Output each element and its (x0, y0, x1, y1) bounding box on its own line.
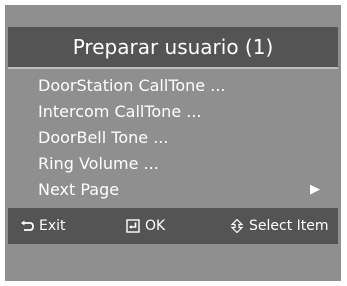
menu-item-label: DoorStation CallTone ... (38, 76, 226, 95)
ok-hint[interactable]: OK (126, 208, 165, 244)
menu-item-doorbell-tone[interactable]: DoorBell Tone ... (38, 125, 328, 151)
menu-item-ring-volume[interactable]: Ring Volume ... (38, 151, 328, 177)
exit-hint[interactable]: Exit (20, 208, 66, 244)
menu-item-label: Next Page (38, 180, 120, 199)
settings-menu: DoorStation CallTone ... Intercom CallTo… (8, 67, 338, 207)
next-page-arrow-icon: ▶ (310, 182, 320, 197)
return-arrow-icon (21, 220, 34, 231)
menu-item-doorstation-calltone[interactable]: DoorStation CallTone ... (38, 73, 328, 99)
menu-item-label: DoorBell Tone ... (38, 128, 169, 147)
exit-label: Exit (39, 218, 66, 234)
enter-key-icon (126, 219, 140, 233)
select-item-label: Select Item (249, 218, 329, 234)
help-bar: Exit OK Select Item (8, 208, 338, 244)
up-down-arrow-icon (230, 219, 244, 233)
menu-title: Preparar usuario (1) (72, 35, 274, 59)
ok-label: OK (145, 218, 166, 234)
menu-item-label: Ring Volume ... (38, 154, 159, 173)
menu-title-bar: Preparar usuario (1) (8, 27, 338, 67)
menu-item-label: Intercom CallTone ... (38, 102, 202, 121)
osd-screen: Preparar usuario (1) DoorStation CallTon… (5, 5, 341, 281)
menu-item-intercom-calltone[interactable]: Intercom CallTone ... (38, 99, 328, 125)
select-item-hint[interactable]: Select Item (230, 208, 329, 244)
menu-item-next-page[interactable]: Next Page ▶ (38, 177, 328, 203)
